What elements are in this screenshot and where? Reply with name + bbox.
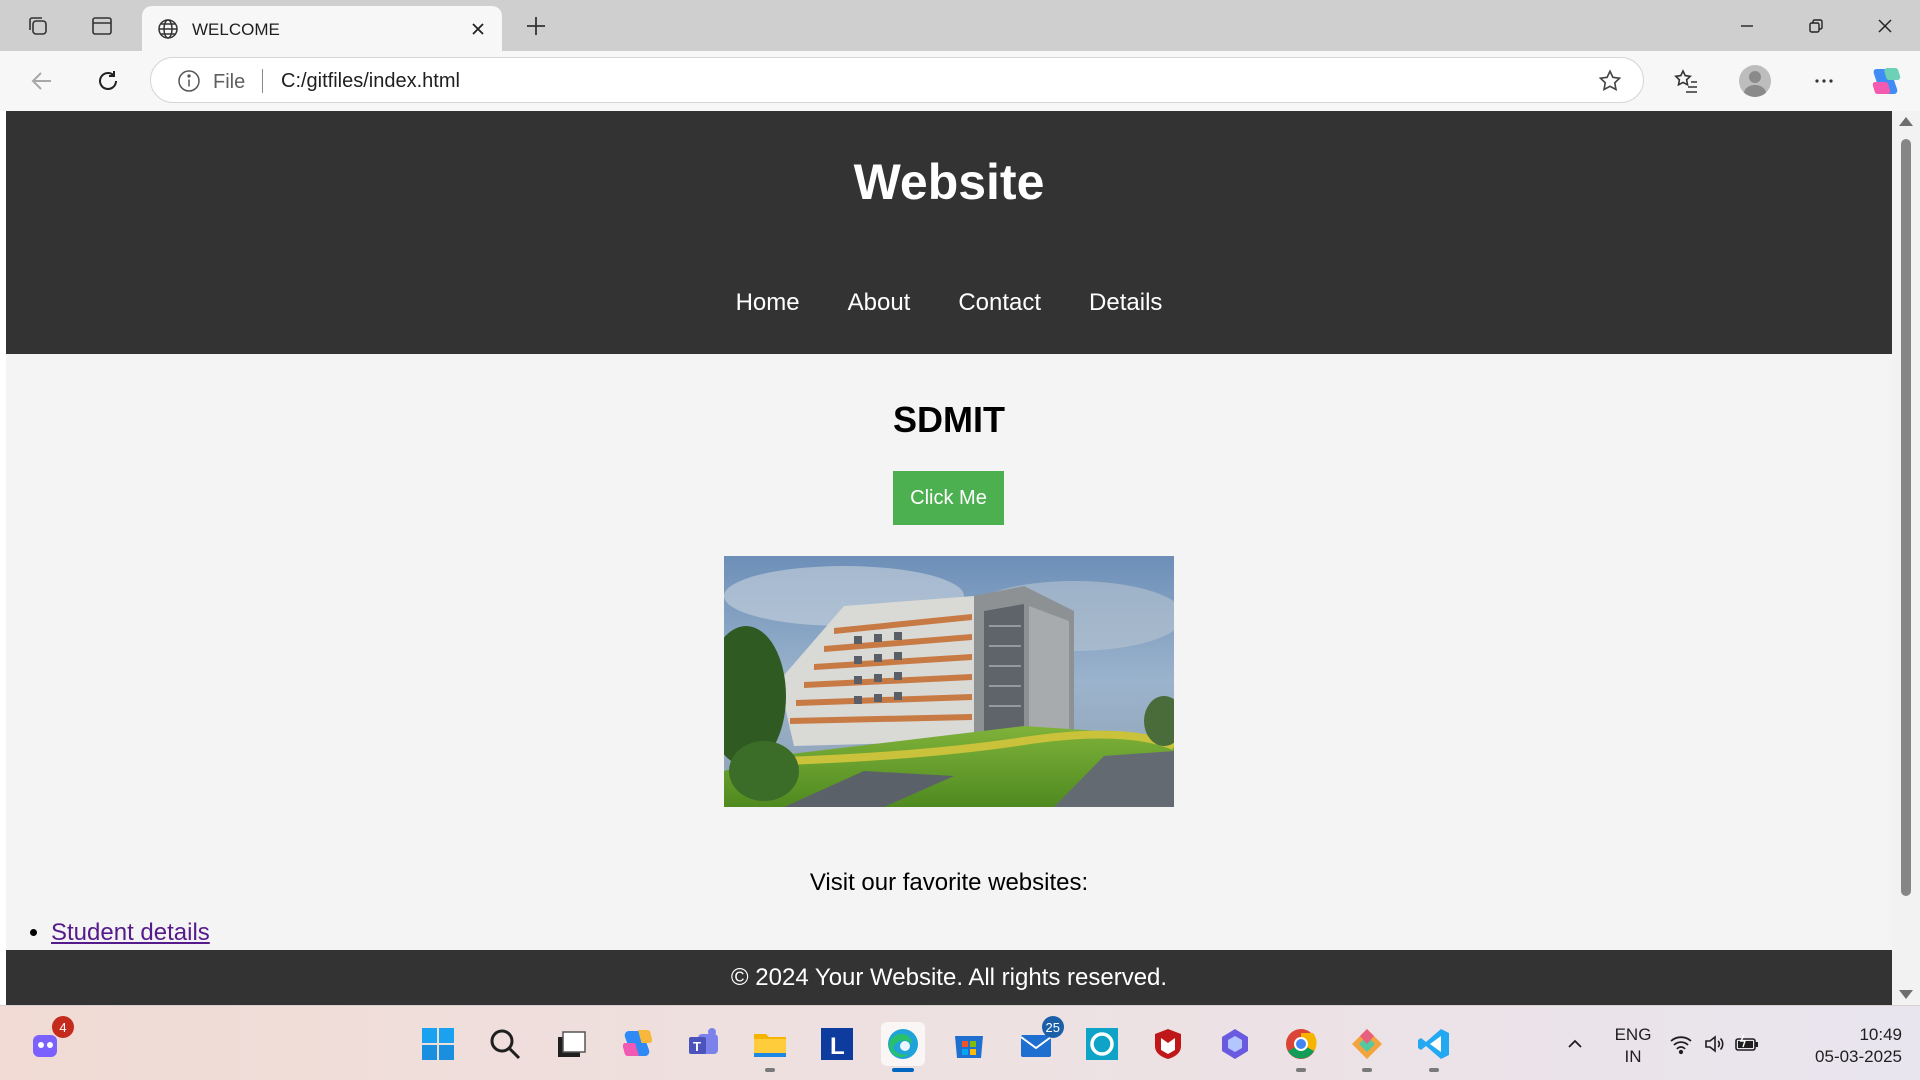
system-clock[interactable]: 10:49 05-03-2025	[1790, 1024, 1902, 1068]
refresh-icon[interactable]	[88, 61, 128, 101]
edge-browser-icon[interactable]	[881, 1022, 925, 1072]
browser-tab[interactable]: WELCOME	[142, 6, 502, 51]
input-language[interactable]: ENG IN	[1608, 1024, 1658, 1068]
task-view-icon[interactable]	[549, 1022, 593, 1066]
address-url[interactable]: C:/gitfiles/index.html	[281, 70, 460, 93]
visit-text: Visit our favorite websites:	[809, 869, 1089, 896]
footer-text: © 2024 Your Website. All rights reserved…	[730, 964, 1168, 991]
site-nav: Home About Contact Details	[6, 289, 1892, 317]
taskbar: 4 T L 25 ENG IN 10:49 05-03-2025	[0, 1005, 1920, 1080]
copilot-app-icon[interactable]: 4	[24, 1016, 74, 1066]
minimize-icon[interactable]	[1712, 0, 1782, 51]
address-divider	[262, 69, 263, 93]
svg-text:T: T	[693, 1039, 701, 1054]
browser-titlebar: WELCOME	[0, 0, 1920, 51]
browser-toolbar: File C:/gitfiles/index.html	[0, 51, 1920, 111]
address-bar[interactable]: File C:/gitfiles/index.html	[150, 57, 1644, 103]
campus-building-image	[724, 556, 1174, 807]
page-heading: SDMIT	[893, 399, 1005, 440]
click-me-button[interactable]: Click Me	[893, 471, 1004, 525]
student-details-link[interactable]: Student details	[51, 919, 210, 946]
workspaces-icon[interactable]	[20, 8, 56, 44]
site-header: Website Home About Contact Details	[6, 111, 1892, 354]
close-tab-icon[interactable]	[464, 15, 492, 43]
mcafee-icon[interactable]	[1146, 1022, 1190, 1066]
notification-badge: 4	[52, 1016, 74, 1038]
power-automate-icon[interactable]	[1213, 1022, 1257, 1066]
chevron-up-icon[interactable]	[1553, 1022, 1597, 1066]
new-tab-icon[interactable]	[518, 8, 554, 44]
favorite-star-icon[interactable]	[1597, 68, 1623, 99]
nav-link-about[interactable]: About	[848, 289, 911, 317]
close-window-icon[interactable]	[1850, 0, 1920, 51]
volume-icon[interactable]	[1700, 1022, 1728, 1066]
tab-title: WELCOME	[192, 20, 280, 39]
site-footer: © 2024 Your Website. All rights reserved…	[6, 950, 1892, 1005]
favorites-icon[interactable]	[1666, 61, 1706, 101]
scroll-down-arrow-icon[interactable]	[1899, 990, 1913, 999]
microsoft-store-icon[interactable]	[947, 1022, 991, 1066]
nav-link-home[interactable]: Home	[736, 289, 800, 317]
gitkraken-icon[interactable]	[1345, 1022, 1389, 1072]
l-app-icon[interactable]: L	[815, 1022, 859, 1066]
wifi-icon[interactable]	[1667, 1022, 1695, 1066]
file-explorer-icon[interactable]	[748, 1022, 792, 1072]
profile-avatar[interactable]	[1735, 61, 1775, 101]
favorite-links-list: Student details	[27, 919, 210, 947]
nav-link-details[interactable]: Details	[1089, 289, 1162, 317]
mail-count-badge: 25	[1041, 1016, 1064, 1038]
page-viewport: Website Home About Contact Details SDMIT…	[6, 111, 1892, 1005]
svg-text:L: L	[830, 1033, 845, 1060]
more-options-icon[interactable]	[1804, 61, 1844, 101]
vertical-tabs-icon[interactable]	[84, 8, 120, 44]
info-icon[interactable]	[177, 69, 201, 98]
scroll-up-arrow-icon[interactable]	[1899, 117, 1913, 126]
globe-icon	[156, 17, 180, 46]
alexa-app-icon[interactable]	[1080, 1022, 1124, 1066]
vscode-icon[interactable]	[1412, 1022, 1456, 1072]
address-scheme: File	[213, 71, 246, 93]
copilot-icon[interactable]	[1866, 61, 1906, 101]
battery-icon[interactable]	[1733, 1022, 1761, 1066]
search-icon[interactable]	[483, 1022, 527, 1066]
site-title: Website	[853, 154, 1045, 210]
page-scrollbar[interactable]	[1892, 111, 1920, 1005]
nav-link-contact[interactable]: Contact	[958, 289, 1041, 317]
restore-icon[interactable]	[1781, 0, 1851, 51]
windows-start-icon[interactable]	[416, 1022, 460, 1066]
scroll-thumb[interactable]	[1901, 139, 1911, 896]
back-arrow-icon[interactable]	[22, 61, 62, 101]
copilot-taskbar-icon[interactable]	[615, 1022, 659, 1066]
teams-icon[interactable]: T	[682, 1022, 726, 1066]
chrome-icon[interactable]	[1279, 1022, 1323, 1072]
list-item: Student details	[51, 919, 210, 947]
mail-icon[interactable]: 25	[1014, 1016, 1064, 1066]
